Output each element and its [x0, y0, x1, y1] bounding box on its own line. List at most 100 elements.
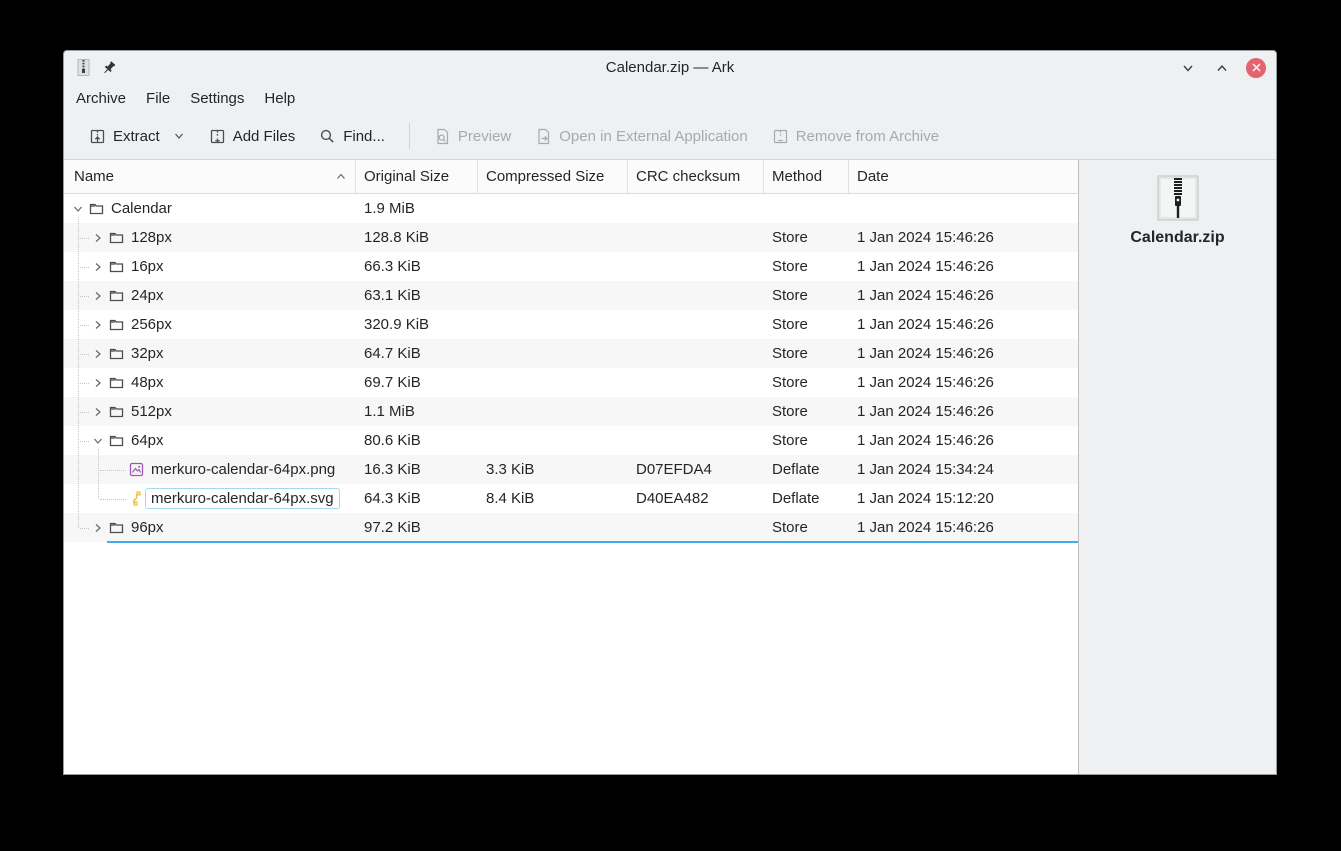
name-cell: 64px [64, 426, 356, 455]
column-header-date[interactable]: Date [849, 160, 1078, 193]
preview-label: Preview [457, 127, 512, 145]
entry-name[interactable]: 128px [131, 229, 172, 246]
chevron-down-icon[interactable] [91, 435, 105, 447]
method-cell: Deflate [772, 461, 820, 478]
original-size-cell: 66.3 KiB [364, 258, 421, 275]
method-cell: Store [772, 287, 808, 304]
remove-icon [772, 128, 789, 145]
toolbar: Extract Add Files Find... Preview Open i… [64, 113, 1276, 159]
chevron-down-icon[interactable] [71, 203, 85, 215]
name-cell: 16px [64, 252, 356, 281]
chevron-right-icon[interactable] [91, 319, 105, 331]
table-row[interactable]: 96px 97.2 KiB Store 1 Jan 2024 15:46:26 [64, 513, 1078, 542]
find-button[interactable]: Find... [311, 122, 393, 151]
name-cell: 128px [64, 223, 356, 252]
folder-icon [109, 520, 124, 535]
name-cell: merkuro-calendar-64px.png [64, 455, 356, 484]
column-header-original-size[interactable]: Original Size [356, 160, 478, 193]
table-header: Name Original Size Compressed Size CRC c… [64, 160, 1078, 194]
method-cell: Store [772, 345, 808, 362]
entry-name[interactable]: 256px [131, 316, 172, 333]
menu-archive[interactable]: Archive [66, 86, 136, 111]
compressed-size-cell [478, 194, 628, 223]
open-external-button: Open in External Application [527, 122, 755, 151]
chevron-right-icon[interactable] [91, 261, 105, 273]
folder-icon [109, 433, 124, 448]
column-header-compressed-size[interactable]: Compressed Size [478, 160, 628, 193]
folder-icon [89, 201, 104, 216]
table-row[interactable]: merkuro-calendar-64px.png 16.3 KiB 3.3 KiB… [64, 455, 1078, 484]
folder-icon [109, 259, 124, 274]
table-row[interactable]: 512px 1.1 MiB Store 1 Jan 2024 15:46:26 [64, 397, 1078, 426]
menu-help[interactable]: Help [254, 86, 305, 111]
entry-name[interactable]: merkuro-calendar-64px.png [151, 461, 335, 478]
column-header-name[interactable]: Name [64, 160, 356, 193]
chevron-right-icon[interactable] [91, 290, 105, 302]
titlebar[interactable]: Calendar.zip — Ark [64, 51, 1276, 84]
maximize-button[interactable] [1212, 58, 1232, 78]
chevron-down-icon[interactable] [173, 130, 185, 142]
search-icon [319, 128, 336, 145]
table-row[interactable]: Calendar 1.9 MiB [64, 194, 1078, 223]
entry-name[interactable]: 32px [131, 345, 164, 362]
image-png-icon [129, 462, 144, 477]
crc-cell [628, 223, 764, 252]
compressed-size-cell [478, 310, 628, 339]
crc-cell [628, 194, 764, 223]
name-cell: 96px [64, 513, 356, 542]
extract-label: Extract [113, 127, 160, 145]
method-cell: Store [772, 403, 808, 420]
table-row[interactable]: 32px 64.7 KiB Store 1 Jan 2024 15:46:26 [64, 339, 1078, 368]
original-size-cell: 69.7 KiB [364, 374, 421, 391]
date-cell: 1 Jan 2024 15:46:26 [857, 432, 994, 449]
archive-info-panel: Calendar.zip [1078, 160, 1276, 774]
entry-name[interactable]: 48px [131, 374, 164, 391]
chevron-right-icon[interactable] [91, 377, 105, 389]
menu-file[interactable]: File [136, 86, 180, 111]
table-row[interactable]: 48px 69.7 KiB Store 1 Jan 2024 15:46:26 [64, 368, 1078, 397]
entry-name[interactable]: 96px [131, 519, 164, 536]
table-row[interactable]: merkuro-calendar-64px.svg 64.3 KiB 8.4 KiB… [64, 484, 1078, 513]
entry-name[interactable]: 24px [131, 287, 164, 304]
extract-button[interactable]: Extract [81, 122, 193, 151]
column-header-crc[interactable]: CRC checksum [628, 160, 764, 193]
menu-settings[interactable]: Settings [180, 86, 254, 111]
chevron-right-icon[interactable] [91, 406, 105, 418]
chevron-right-icon[interactable] [91, 232, 105, 244]
entry-name[interactable]: Calendar [111, 200, 172, 217]
entry-name[interactable]: merkuro-calendar-64px.svg [145, 488, 340, 509]
table-row[interactable]: 128px 128.8 KiB Store 1 Jan 2024 15:46:26 [64, 223, 1078, 252]
minimize-button[interactable] [1178, 58, 1198, 78]
compressed-size-cell [478, 339, 628, 368]
folder-icon [109, 404, 124, 419]
entry-name[interactable]: 16px [131, 258, 164, 275]
crc-cell [628, 310, 764, 339]
archive-file-list[interactable]: Name Original Size Compressed Size CRC c… [64, 160, 1078, 774]
column-header-method[interactable]: Method [764, 160, 849, 193]
folder-icon [109, 230, 124, 245]
table-row[interactable]: 256px 320.9 KiB Store 1 Jan 2024 15:46:26 [64, 310, 1078, 339]
folder-icon [109, 375, 124, 390]
table-row[interactable]: 16px 66.3 KiB Store 1 Jan 2024 15:46:26 [64, 252, 1078, 281]
date-cell: 1 Jan 2024 15:46:26 [857, 258, 994, 275]
original-size-cell: 128.8 KiB [364, 229, 430, 246]
entry-name[interactable]: 64px [131, 432, 164, 449]
entry-name[interactable]: 512px [131, 403, 172, 420]
add-files-button[interactable]: Add Files [201, 122, 304, 151]
chevron-right-icon[interactable] [91, 522, 105, 534]
add-files-label: Add Files [232, 127, 296, 145]
date-cell [849, 194, 1078, 223]
chevron-right-icon[interactable] [91, 348, 105, 360]
name-cell: merkuro-calendar-64px.svg [64, 484, 356, 513]
table-row[interactable]: 64px 80.6 KiB Store 1 Jan 2024 15:46:26 [64, 426, 1078, 455]
folder-icon [109, 346, 124, 361]
crc-cell [628, 368, 764, 397]
current-item-indicator [107, 541, 1078, 543]
close-button[interactable] [1246, 57, 1266, 78]
table-row[interactable]: 24px 63.1 KiB Store 1 Jan 2024 15:46:26 [64, 281, 1078, 310]
